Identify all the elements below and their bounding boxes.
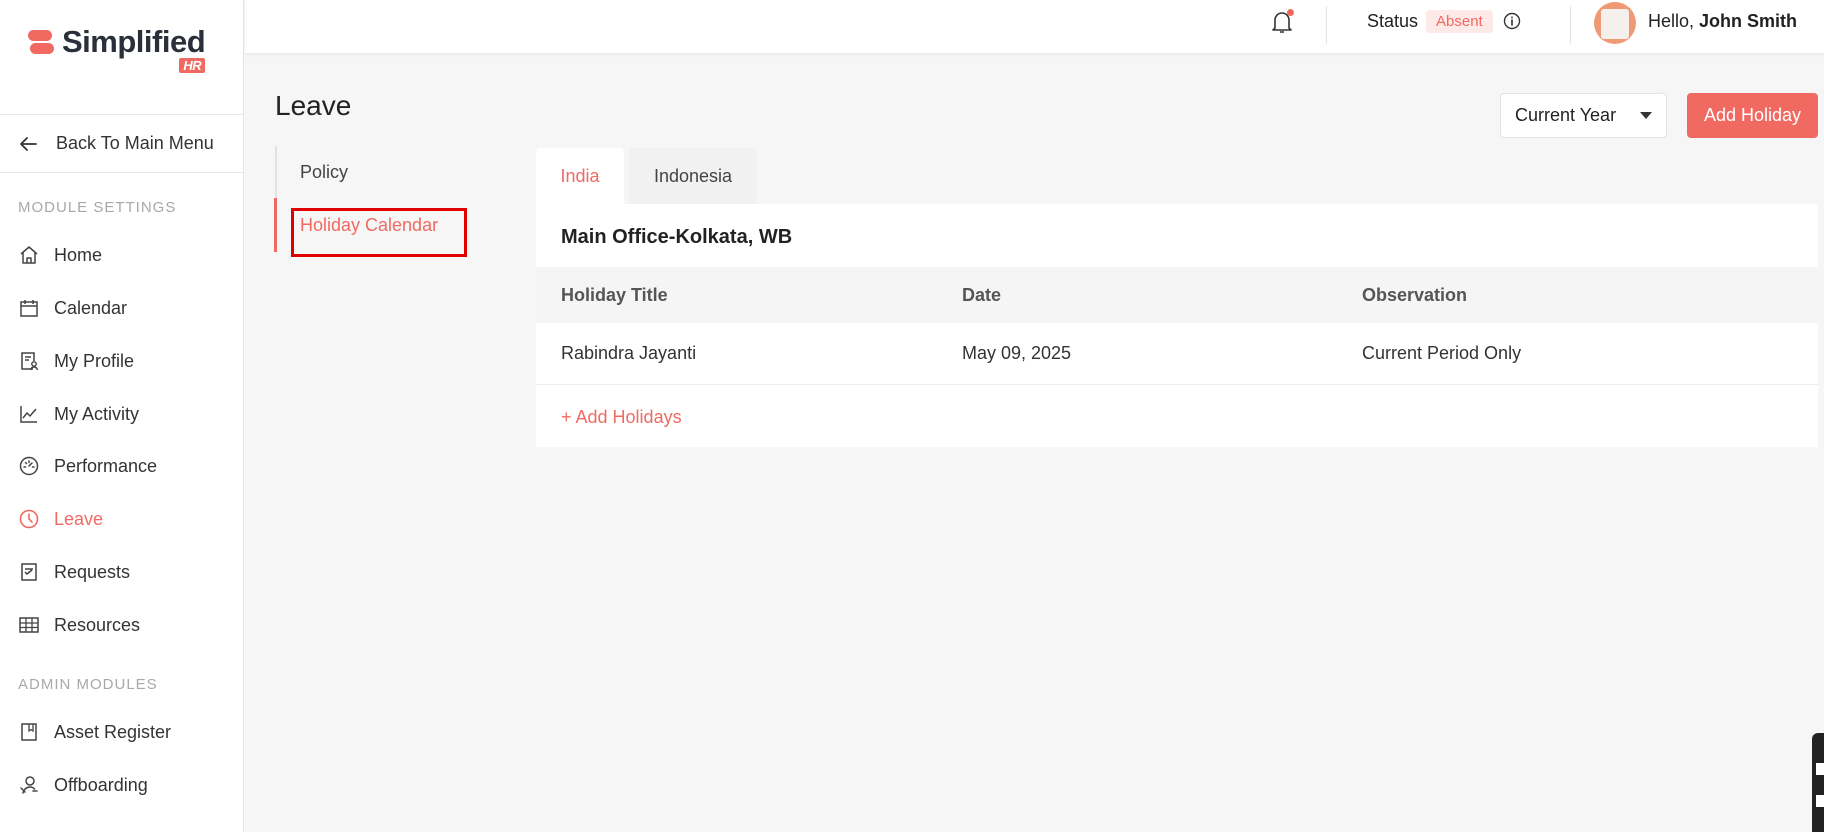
chevron-down-icon [1640,112,1652,119]
notification-button[interactable] [1271,9,1295,35]
sidebar-item-offboarding[interactable]: Offboarding [18,770,148,800]
info-icon[interactable] [1503,12,1521,30]
back-label: Back To Main Menu [56,133,214,153]
back-to-main-menu-button[interactable]: Back To Main Menu [0,114,243,173]
cell-observation: Current Period Only [1362,343,1522,363]
highlight-box [291,208,467,257]
sidebar-item-label: My Profile [54,350,135,371]
logo-mark-icon [26,28,54,56]
profile-icon [21,352,39,371]
table-grid-icon [19,617,39,633]
tab-india[interactable]: India [536,148,624,204]
cell-date: May 09, 2025 [962,343,1072,363]
sidebar-item-label: My Activity [54,403,140,424]
column-header-date: Date [962,285,1002,305]
top-bar: Status Absent Hello, John Smith [245,0,1824,53]
sidebar-item-label: Requests [54,561,131,582]
floating-side-widget[interactable] [1812,733,1824,832]
cell-holiday-title: Rabindra Jayanti [561,343,697,363]
avatar-image [1601,9,1629,39]
arrow-left-icon [20,136,37,151]
module-settings-title: MODULE SETTINGS [18,199,177,216]
add-holidays-link[interactable]: + Add Holidays [561,407,682,428]
gauge-icon [19,456,39,476]
calendar-icon [20,300,38,317]
user-greeting: Hello, John Smith [1648,11,1797,32]
sidebar-item-label: Leave [54,508,104,529]
sidebar-item-leave[interactable]: Leave [18,504,103,534]
sidebar-item-label: Asset Register [54,721,172,742]
brand-tag: HR [179,58,206,73]
column-header-observation: Observation [1362,285,1468,305]
tab-indonesia[interactable]: Indonesia [629,148,757,204]
status-label: Status [1367,11,1419,31]
user-leave-icon [20,776,38,794]
avatar[interactable] [1594,2,1636,44]
sidebar-item-resources[interactable]: Resources [18,610,140,640]
divider [1570,6,1571,44]
add-holiday-button[interactable]: Add Holiday [1687,93,1818,138]
bookmark-icon [21,723,37,741]
sidebar-item-calendar[interactable]: Calendar [18,293,127,323]
user-name: John Smith [1699,11,1798,31]
sidebar-item-label: Performance [54,455,158,476]
year-filter-value: Current Year [1515,105,1617,125]
sidebar-item-label: Resources [54,614,141,635]
subnav-policy[interactable]: Policy [300,162,348,183]
sidebar-item-label: Offboarding [54,774,148,795]
sidebar-item-my-profile[interactable]: My Profile [18,346,134,376]
sidebar-item-home[interactable]: Home [18,240,102,270]
greeting-text: Hello, [1648,11,1695,31]
sidebar: Simplified HR Back To Main Menu MODULE S… [0,0,244,832]
sidebar-item-performance[interactable]: Performance [18,451,157,481]
clock-icon [19,509,39,529]
office-title: Main Office-Kolkata, WB [561,226,793,248]
brand-name: Simplified [62,24,206,59]
column-header-holiday-title: Holiday Title [561,285,668,305]
requests-icon [21,563,37,581]
activity-chart-icon [20,406,37,423]
subnav-active-indicator [274,198,277,252]
status-badge: Absent [1426,10,1493,33]
holiday-card: Main Office-Kolkata, WB Holiday Title Da… [536,204,1818,447]
admin-modules-title: ADMIN MODULES [18,676,158,693]
home-icon [20,246,38,264]
sidebar-item-label: Calendar [54,297,128,318]
year-filter-select[interactable]: Current Year [1500,93,1667,138]
notification-dot [1287,9,1294,16]
table-header: Holiday Title Date Observation [536,267,1818,323]
sidebar-item-requests[interactable]: Requests [18,557,130,587]
simplified-hr-logo[interactable]: Simplified HR [26,22,206,78]
sidebar-item-label: Home [54,244,103,265]
table-row[interactable]: Rabindra Jayanti May 09, 2025 Current Pe… [536,323,1818,385]
sidebar-item-my-activity[interactable]: My Activity [18,399,139,429]
divider [1326,6,1327,44]
page-title: Leave [275,90,352,121]
sidebar-item-asset-register[interactable]: Asset Register [18,717,171,747]
